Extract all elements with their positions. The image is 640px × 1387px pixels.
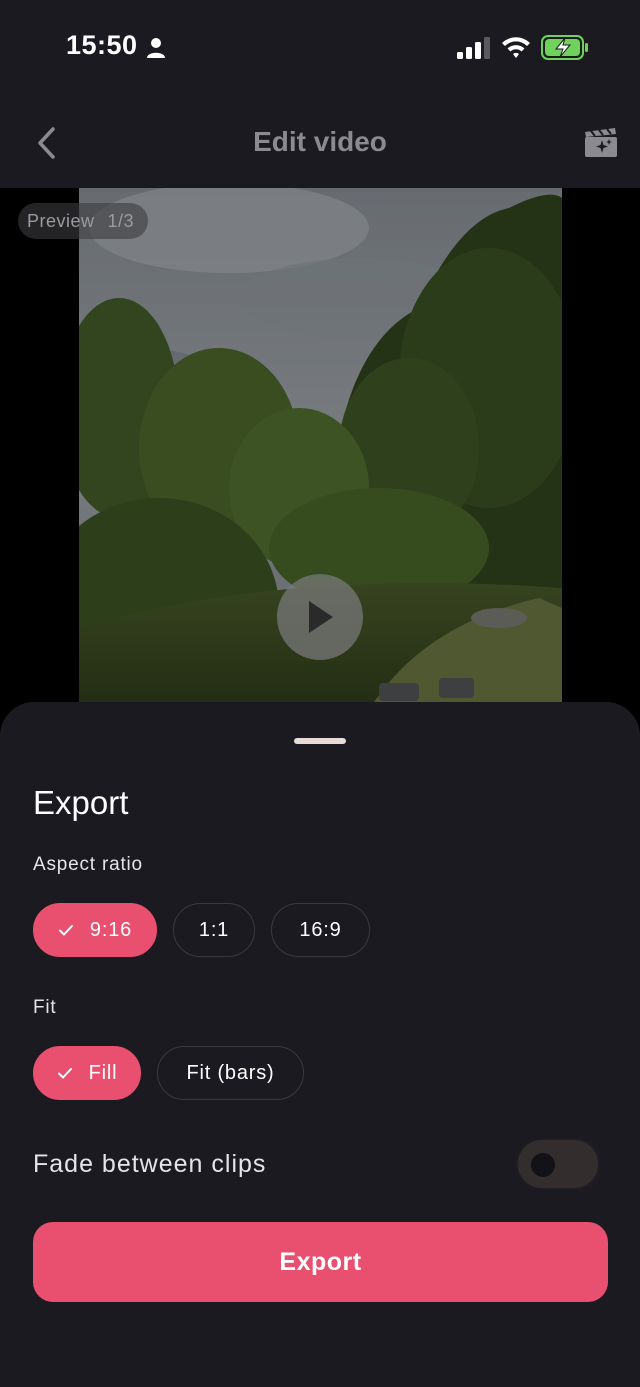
fit-option-fill[interactable]: Fill (33, 1046, 141, 1100)
aspect-ratio-option-9-16[interactable]: 9:16 (33, 903, 157, 957)
magic-edit-button[interactable] (578, 122, 624, 164)
check-icon (58, 925, 73, 936)
fade-toggle[interactable] (516, 1138, 600, 1190)
preview-counter: 1/3 (107, 210, 135, 231)
clapperboard-sparkle-icon (585, 128, 617, 157)
toggle-knob (531, 1153, 555, 1177)
aspect-ratio-option-1-1[interactable]: 1:1 (173, 903, 255, 957)
chip-label: Fill (88, 1061, 118, 1084)
export-sheet: Export Aspect ratio 9:16 1:1 16:9 Fit Fi… (0, 702, 640, 1387)
export-button[interactable]: Export (33, 1222, 608, 1302)
status-time: 15:50 (66, 30, 138, 60)
battery-charging-icon (541, 35, 588, 60)
status-bar: 15:50 (0, 0, 640, 100)
chip-label: Fit (bars) (186, 1061, 275, 1084)
signal-icon (457, 37, 490, 59)
chip-label: 9:16 (89, 918, 133, 941)
fit-option-bars[interactable]: Fit (bars) (157, 1046, 304, 1100)
fade-toggle-label: Fade between clips (33, 1150, 267, 1178)
fit-label: Fit (33, 997, 57, 1018)
person-icon (147, 38, 165, 58)
sheet-title: Export (33, 784, 129, 821)
chip-label: 16:9 (299, 918, 342, 941)
check-icon (57, 1068, 72, 1079)
play-icon (309, 601, 333, 633)
play-button[interactable] (277, 574, 363, 660)
header: Edit video (0, 100, 640, 188)
preview-badge: Preview 1/3 (18, 203, 149, 239)
sheet-grabber[interactable] (294, 738, 346, 744)
aspect-ratio-label: Aspect ratio (33, 854, 143, 875)
aspect-ratio-options: 9:16 1:1 16:9 (33, 903, 370, 957)
video-preview: Preview 1/3 (0, 188, 640, 728)
preview-label: Preview (27, 210, 95, 231)
chip-label: 1:1 (198, 918, 230, 941)
wifi-icon (502, 37, 530, 58)
fit-options: Fill Fit (bars) (33, 1046, 304, 1100)
aspect-ratio-option-16-9[interactable]: 16:9 (271, 903, 370, 957)
page-title: Edit video (253, 126, 387, 157)
